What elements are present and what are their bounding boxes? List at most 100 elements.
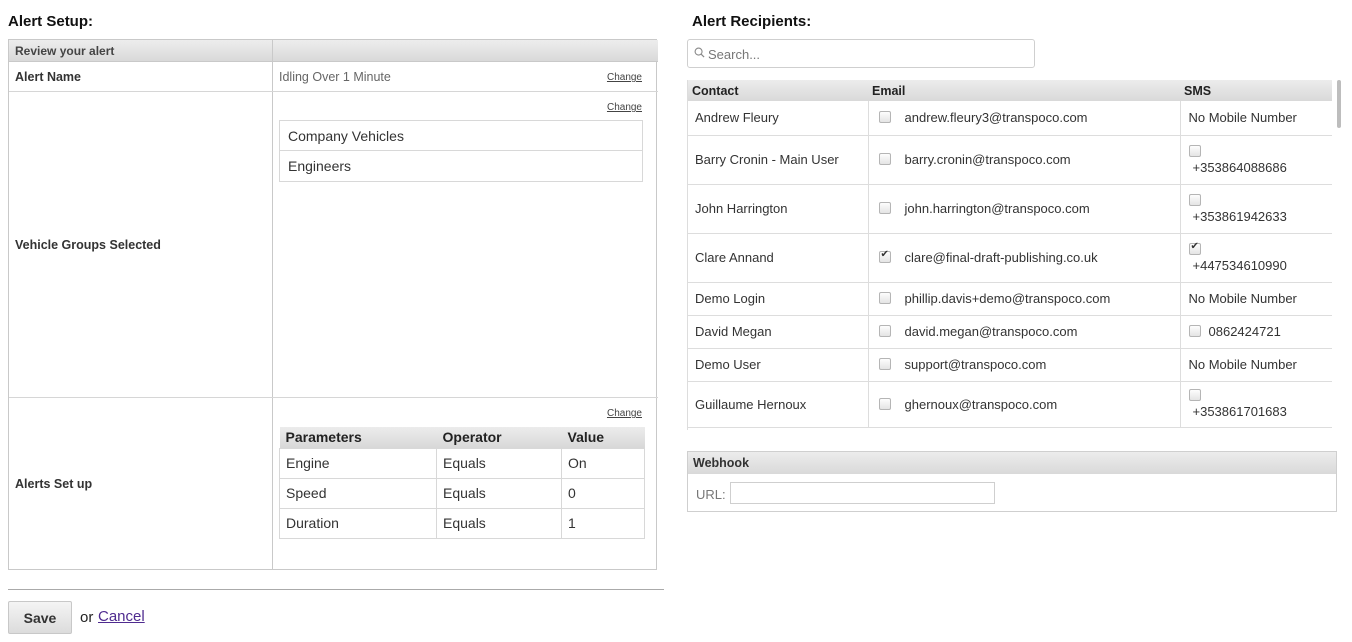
change-alerts-setup-link[interactable]: Change: [607, 408, 642, 419]
param-value: 0: [561, 477, 645, 509]
param-operator: Equals: [436, 447, 562, 479]
change-alert-name-link[interactable]: Change: [607, 72, 642, 83]
contact-name: Barry Cronin - Main User: [688, 135, 869, 185]
email-cell: support@transpoco.com: [868, 348, 1181, 382]
email-cell: clare@final-draft-publishing.co.uk: [868, 233, 1181, 283]
sms-checkbox[interactable]: [1188, 389, 1201, 401]
table-row: John Harrington john.harrington@transpoco…: [688, 184, 1333, 234]
sms-stack: +353864088686: [1188, 144, 1333, 175]
recipients-scrollbar[interactable]: [1337, 80, 1341, 128]
email-checkbox[interactable]: [878, 202, 891, 214]
recipients-table-container[interactable]: Contact Email SMS Andrew Fleury andrew.fl…: [687, 80, 1332, 430]
change-vehicle-groups-link[interactable]: Change: [607, 102, 642, 113]
param-value: On: [561, 447, 645, 479]
divider: [8, 589, 664, 590]
sms-cell: No Mobile Number: [1180, 348, 1332, 382]
parameters-table: Parameters Operator Value Engine Equals …: [279, 427, 645, 539]
parameters-header: Parameters: [279, 427, 437, 448]
contact-name: Demo Login: [688, 282, 869, 316]
sms-status: No Mobile Number: [1188, 291, 1297, 306]
email-address: andrew.fleury3@transpoco.com: [904, 110, 1088, 126]
sms-number: +353864088686: [1192, 159, 1287, 175]
alert-setup-title: Alert Setup:: [8, 13, 94, 30]
email-checkbox[interactable]: [878, 153, 891, 165]
webhook-panel: Webhook URL:: [687, 451, 1337, 512]
sms-number: 0862424721: [1208, 324, 1281, 339]
search-icon: [694, 47, 705, 58]
table-row: David Megan david.megan@transpoco.com 0862…: [688, 315, 1332, 349]
sms-number: +447534610990: [1192, 257, 1287, 273]
email-cell: phillip.davis+demo@transpoco.com: [868, 282, 1181, 316]
recipients-table: Contact Email SMS Andrew Fleury andrew.fl…: [688, 80, 1332, 428]
param-name: Engine: [279, 447, 437, 479]
table-row: Speed Equals 0: [279, 477, 645, 509]
contact-header: Contact: [688, 80, 868, 101]
sms-cell: +353861701683: [1180, 381, 1333, 428]
param-operator: Equals: [436, 477, 562, 509]
email-checkbox[interactable]: [878, 249, 891, 263]
webhook-url-input[interactable]: [730, 482, 995, 504]
alerts-setup-label: Alerts Set up: [9, 398, 273, 570]
sms-checkbox[interactable]: [1188, 241, 1201, 255]
table-row: Engine Equals On: [279, 447, 645, 479]
table-row: Andrew Fleury andrew.fleury3@transpoco.co…: [688, 101, 1332, 136]
sms-cell: +353861942633: [1180, 184, 1333, 234]
sms-stack: +353861701683: [1188, 389, 1333, 419]
contact-name: Andrew Fleury: [688, 101, 869, 136]
email-header: Email: [868, 80, 1180, 101]
list-item: Engineers: [288, 158, 352, 174]
email-cell: ghernoux@transpoco.com: [868, 381, 1181, 428]
email-cell: john.harrington@transpoco.com: [868, 184, 1181, 234]
sms-stack: +353861942633: [1188, 193, 1333, 224]
email-checkbox[interactable]: [878, 358, 891, 370]
table-row: Clare Annand clare@final-draft-publishing…: [688, 233, 1333, 283]
alert-name-row: Alert Name Idling Over 1 Minute Change: [9, 62, 658, 92]
sms-checkbox[interactable]: [1188, 325, 1201, 337]
table-row: Duration Equals 1: [279, 507, 645, 539]
sms-number: +353861701683: [1192, 404, 1287, 419]
operator-header: Operator: [436, 427, 562, 448]
sms-checkbox[interactable]: [1188, 193, 1201, 206]
list-item: Company Vehicles: [280, 121, 642, 151]
email-address: ghernoux@transpoco.com: [904, 396, 1058, 412]
sms-cell: +447534610990: [1180, 233, 1333, 283]
email-cell: barry.cronin@transpoco.com: [868, 135, 1181, 185]
email-checkbox[interactable]: [878, 292, 891, 304]
table-row: Barry Cronin - Main User barry.cronin@tra…: [688, 135, 1333, 185]
email-checkbox[interactable]: [878, 325, 891, 337]
email-cell: andrew.fleury3@transpoco.com: [868, 101, 1181, 136]
param-operator: Equals: [436, 507, 562, 539]
review-table: Review your alert Alert Name Idling Over…: [8, 39, 658, 570]
webhook-header: Webhook: [688, 452, 1336, 474]
vehicle-groups-list: Company Vehicles Engineers: [279, 120, 643, 182]
alerts-setup-row: Alerts Set up Change Parameters Operator…: [9, 398, 658, 570]
sms-cell: No Mobile Number: [1180, 282, 1332, 316]
review-header: Review your alert: [9, 40, 273, 61]
email-address: david.megan@transpoco.com: [904, 324, 1078, 339]
param-value: 1: [561, 507, 645, 539]
sms-cell: 0862424721: [1180, 315, 1332, 349]
sms-cell: +353864088686: [1180, 135, 1333, 185]
sms-number: +353861942633: [1192, 208, 1287, 224]
table-row: Demo Login phillip.davis+demo@transpoco.c…: [688, 282, 1332, 316]
sms-checkbox[interactable]: [1188, 144, 1201, 157]
email-checkbox[interactable]: [878, 111, 891, 124]
contact-name: Clare Annand: [688, 233, 869, 283]
search-box: [687, 39, 1035, 68]
sms-stack: +447534610990: [1188, 241, 1333, 273]
save-button[interactable]: Save: [8, 601, 72, 634]
cancel-link[interactable]: Cancel: [98, 608, 145, 625]
email-address: phillip.davis+demo@transpoco.com: [904, 291, 1111, 306]
vehicle-groups-row: Vehicle Groups Selected Change Company V…: [9, 92, 658, 398]
email-checkbox[interactable]: [878, 397, 891, 410]
alert-recipients-title: Alert Recipients:: [692, 13, 812, 30]
alert-name-value: Idling Over 1 Minute: [279, 70, 391, 84]
vehicle-groups-label: Vehicle Groups Selected: [9, 92, 273, 397]
email-cell: david.megan@transpoco.com: [868, 315, 1181, 349]
param-name: Speed: [279, 477, 437, 509]
email-address: barry.cronin@transpoco.com: [904, 152, 1071, 167]
sms-cell: No Mobile Number: [1180, 101, 1332, 136]
contact-name: David Megan: [688, 315, 869, 349]
sms-status: No Mobile Number: [1188, 110, 1297, 126]
search-input[interactable]: [708, 44, 1028, 64]
